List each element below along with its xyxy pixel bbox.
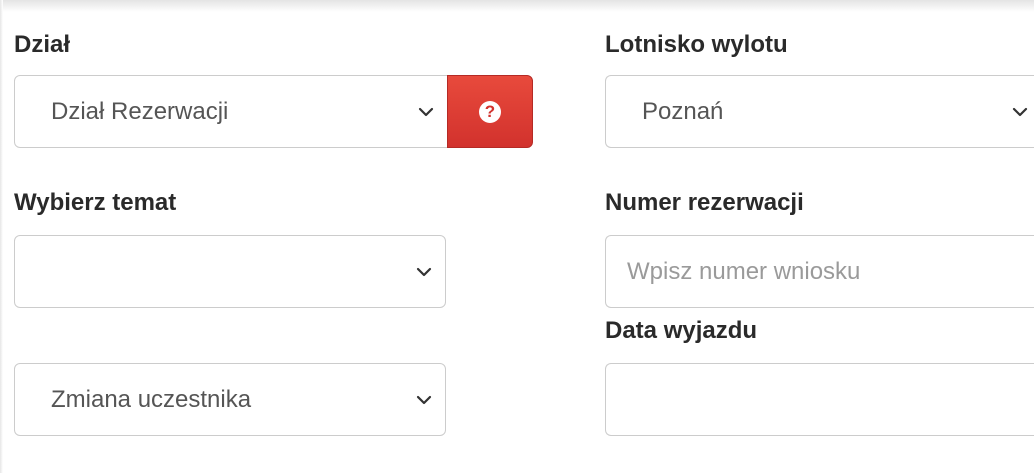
chevron-down-icon: [1012, 107, 1028, 117]
booking-number-label: Numer rezerwacji: [605, 189, 804, 216]
department-label: Dział: [14, 31, 71, 58]
departure-airport-label: Lotnisko wylotu: [605, 31, 788, 58]
departure-date-input[interactable]: [605, 363, 1034, 436]
booking-contact-form: Dział Dział Rezerwacji ? Wybierz temat Z…: [0, 0, 1034, 473]
departure-airport-select-value: Poznań: [642, 97, 724, 125]
departure-date-label: Data wyjazdu: [605, 317, 758, 344]
top-shadow: [0, 0, 1034, 12]
booking-number-placeholder: Wpisz numer wniosku: [627, 257, 861, 285]
chevron-down-icon: [418, 107, 434, 117]
left-edge: [0, 0, 3, 473]
question-circle-icon: ?: [479, 100, 501, 123]
booking-number-input[interactable]: Wpisz numer wniosku: [605, 235, 1034, 308]
department-help-button[interactable]: ?: [447, 75, 533, 148]
topic-label: Wybierz temat: [14, 189, 177, 216]
departure-airport-select[interactable]: Poznań: [605, 75, 1034, 148]
subtopic-select[interactable]: Zmiana uczestnika: [14, 363, 446, 436]
topic-select[interactable]: [14, 235, 446, 308]
subtopic-select-value: Zmiana uczestnika: [51, 385, 252, 413]
chevron-down-icon: [416, 267, 432, 277]
department-select[interactable]: Dział Rezerwacji: [14, 75, 448, 148]
chevron-down-icon: [416, 395, 432, 405]
department-select-value: Dział Rezerwacji: [51, 97, 229, 125]
